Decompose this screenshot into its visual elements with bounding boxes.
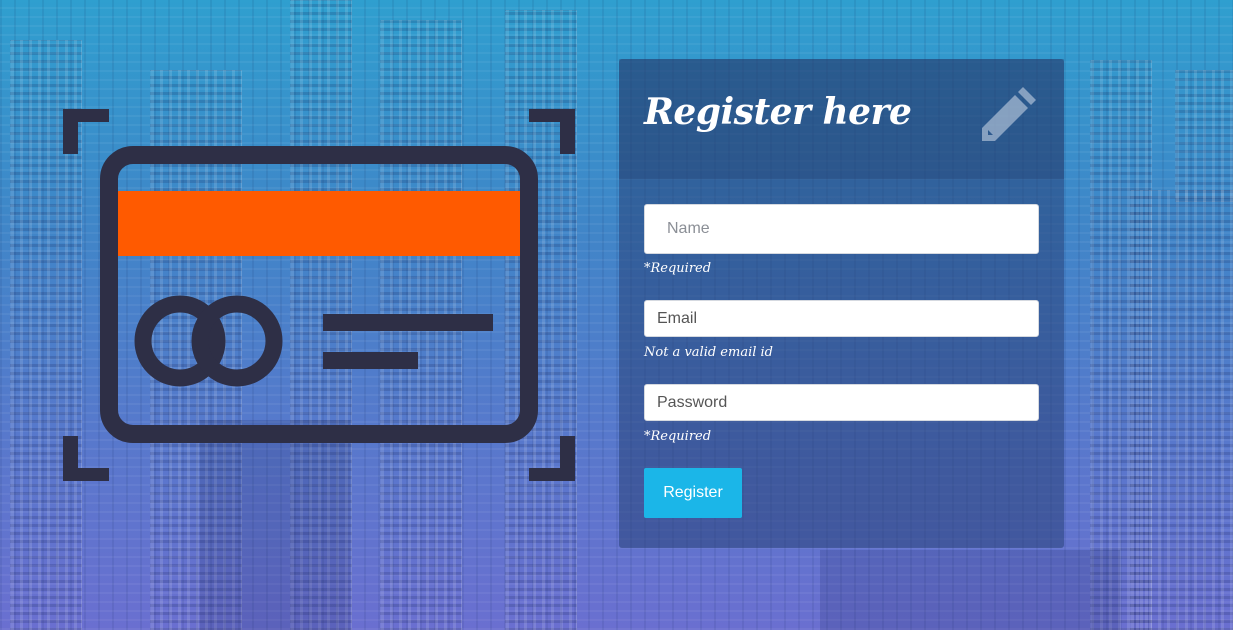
email-input[interactable]	[644, 300, 1039, 337]
register-panel: Register here *Required Not a valid emai…	[619, 59, 1064, 548]
name-input[interactable]	[644, 204, 1039, 254]
credit-card-icon	[60, 106, 578, 484]
register-button[interactable]: Register	[644, 468, 742, 518]
password-input[interactable]	[644, 384, 1039, 421]
email-validation-hint: Not a valid email id	[644, 345, 774, 360]
password-required-hint: *Required	[644, 429, 712, 444]
pencil-icon	[979, 84, 1039, 144]
name-required-hint: *Required	[644, 261, 712, 276]
page-title: Register here	[644, 91, 912, 133]
